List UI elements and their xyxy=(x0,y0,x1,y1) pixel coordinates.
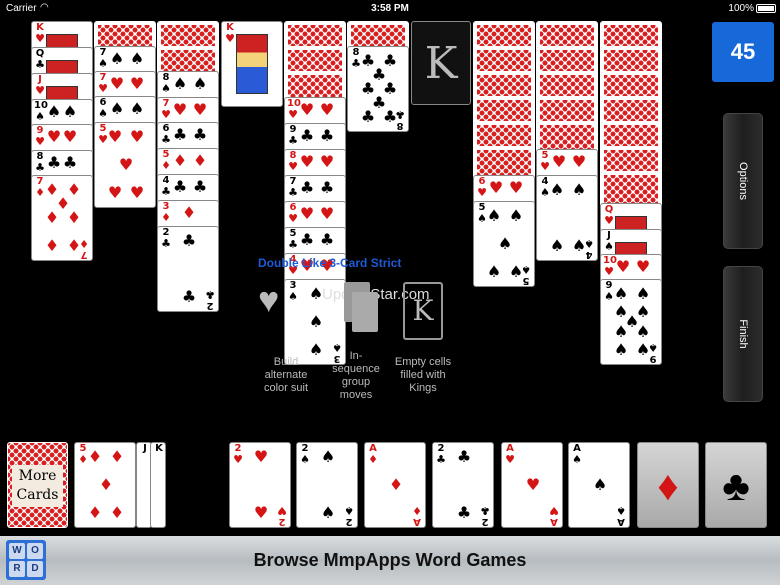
options-button[interactable]: Options xyxy=(723,113,763,249)
club-icon: ♣ xyxy=(722,462,750,509)
foundation-slot-diamonds[interactable]: ♦ xyxy=(637,442,699,528)
status-bar: Carrier ◠ 3:58 PM 100% xyxy=(0,0,780,18)
foundation-2-clubs[interactable]: 2 ♣ ♣ ♣ 2 ♣ xyxy=(432,442,494,528)
foundation-ace-hearts[interactable]: A ♥ ♥ A ♥ xyxy=(501,442,563,528)
card-5-spades[interactable]: 5 ♠ ♠ ♠ ♠ ♠ ♠ 5 ♠ xyxy=(473,201,535,287)
card-king-hearts-column-4[interactable]: K ♥ xyxy=(221,21,283,107)
options-button-label: Options xyxy=(737,162,749,200)
ad-banner-title: Browse MmpApps Word Games xyxy=(253,550,527,570)
caption-build: Build alternate color suit xyxy=(263,356,309,394)
more-cards-label: More Cards xyxy=(12,465,63,507)
king-slot-icon: K xyxy=(403,282,443,340)
ad-banner[interactable]: W O R D Browse MmpApps Word Games xyxy=(0,536,780,585)
card-4-spades[interactable]: 4 ♠ ♠ ♠ ♠ ♠ 4 ♠ xyxy=(536,175,598,261)
card-7-diamonds[interactable]: 7 ♦ ♦ ♦ ♦ ♦ ♦ ♦ ♦ 7 ♦ xyxy=(31,175,93,261)
caption-empty: Empty cells filled with Kings xyxy=(394,356,452,394)
foundation-2-hearts[interactable]: 2 ♥ ♥ ♥ 2 ♥ xyxy=(229,442,291,528)
score-display: 45 xyxy=(712,22,774,82)
battery-icon xyxy=(756,4,776,13)
card-stack-icon xyxy=(344,282,384,340)
card-9-spades[interactable]: 9 ♠ ♠ ♠ ♠ ♠ ♠ ♠ ♠ ♠ ♠ 9 ♠ xyxy=(600,279,662,365)
game-title: Double Like 3-Card Strict xyxy=(258,256,402,270)
foundation-ace-spades[interactable]: A ♠ ♠ A ♠ xyxy=(568,442,630,528)
foundation-slot-clubs[interactable]: ♣ xyxy=(705,442,767,528)
finish-button[interactable]: Finish xyxy=(723,266,763,402)
heart-icon: ♥ xyxy=(258,279,280,320)
diamond-icon: ♦ xyxy=(657,462,679,509)
waste-card-king[interactable]: K xyxy=(150,442,166,528)
caption-sequence: In-sequence group moves xyxy=(332,350,380,401)
foundation-2-spades[interactable]: 2 ♠ ♠ ♠ 2 ♠ xyxy=(296,442,358,528)
finish-button-label: Finish xyxy=(737,319,749,349)
foundation-ace-diamonds[interactable]: A ♦ ♦ A ♦ xyxy=(364,442,426,528)
card-5-hearts[interactable]: 5 ♥ ♥ ♥ ♥ ♥ ♥ xyxy=(94,122,156,208)
more-cards-button[interactable]: More Cards xyxy=(7,442,68,528)
waste-card-5-diamonds[interactable]: 5 ♦ ♦ ♦ ♦ ♦ ♦ xyxy=(74,442,136,528)
empty-king-slot[interactable]: K xyxy=(411,21,471,105)
card-2-clubs[interactable]: 2 ♣ ♣ ♣ 2 ♣ xyxy=(157,226,219,312)
battery-percent: 100% xyxy=(728,3,754,14)
card-8-clubs-column-6[interactable]: 8 ♣ ♣ ♣ ♣ ♣ ♣ ♣ ♣ ♣ 8 ♣ xyxy=(347,46,409,132)
clock: 3:58 PM xyxy=(371,3,409,14)
